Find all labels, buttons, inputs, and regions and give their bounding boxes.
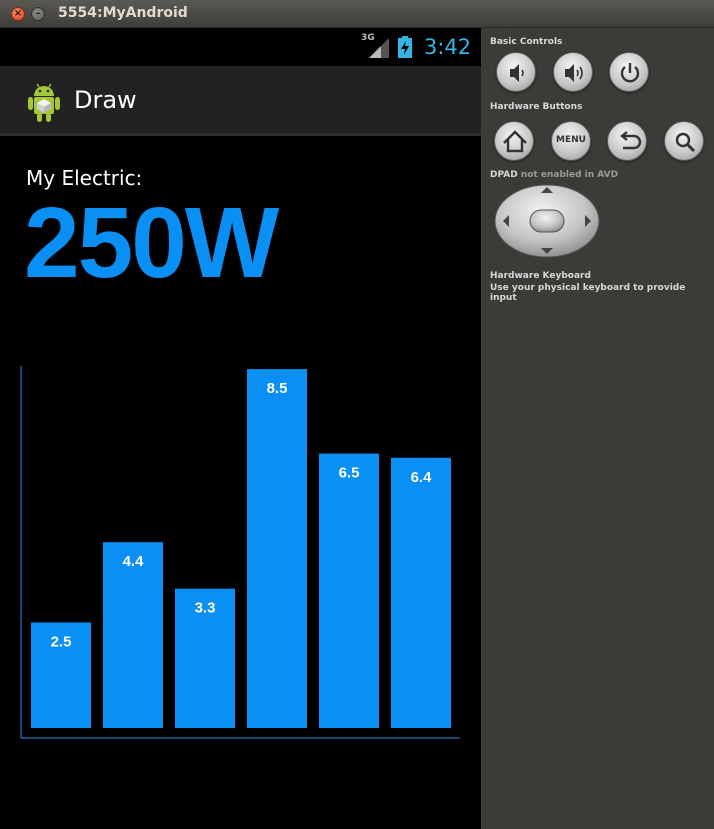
emulator-controls-panel: Basic Controls Hardware Buttons MENU DPA… — [481, 28, 714, 829]
android-app-icon[interactable] — [25, 79, 63, 123]
hardware-buttons-label: Hardware Buttons — [490, 102, 583, 112]
window-titlebar: × – 5554:MyAndroid — [0, 0, 714, 28]
search-icon — [675, 132, 696, 153]
chart-bar — [391, 457, 451, 728]
basic-controls-label: Basic Controls — [490, 37, 563, 47]
chart-bar-label: 8.5 — [267, 380, 288, 397]
menu-button[interactable]: MENU — [551, 121, 591, 161]
chart-bar-label: 2.5 — [51, 633, 72, 650]
dpad-note: not enabled in AVD — [520, 170, 619, 180]
volume-down-button[interactable] — [496, 52, 536, 92]
back-icon — [620, 131, 642, 150]
home-button[interactable] — [494, 121, 534, 161]
minimize-icon: – — [35, 8, 41, 19]
close-icon: × — [13, 8, 23, 19]
action-bar: Draw — [0, 66, 481, 136]
signal-icon — [369, 38, 389, 58]
volume-down-icon — [510, 64, 524, 82]
electric-value: 250W — [24, 187, 279, 299]
status-bar: 3G 3:42 — [0, 28, 481, 66]
window-minimize-button[interactable]: – — [31, 7, 45, 21]
window-title: 5554:MyAndroid — [58, 5, 188, 21]
power-icon — [620, 63, 640, 83]
chart-bar-label: 4.4 — [123, 553, 145, 570]
home-icon — [503, 130, 527, 153]
chart-bar-label: 3.3 — [195, 600, 216, 617]
hardware-keyboard-note: Use your physical keyboard to provide in… — [490, 283, 686, 303]
menu-button-label: MENU — [556, 135, 586, 145]
search-button[interactable] — [664, 121, 704, 161]
dpad-title: DPAD — [490, 170, 518, 180]
hardware-keyboard-label: Hardware Keyboard — [490, 271, 591, 281]
battery-charging-icon — [398, 36, 412, 58]
chart-bar-label: 6.5 — [339, 465, 360, 482]
volume-up-button[interactable] — [553, 52, 593, 92]
chart-bar — [247, 369, 307, 728]
app-title: Draw — [74, 86, 137, 114]
status-clock: 3:42 — [424, 35, 472, 59]
bar-chart: 2.5 4.4 3.3 8.5 6.5 6.4 — [20, 366, 460, 739]
chart-bar — [319, 453, 379, 728]
dpad-control[interactable] — [494, 184, 600, 258]
power-button[interactable] — [609, 52, 649, 92]
emulator-screen[interactable]: 3G 3:42 Draw My Electric: 250W 2.5 4.4 3… — [0, 28, 481, 829]
volume-up-icon — [565, 64, 583, 82]
chart-bar-label: 6.4 — [411, 469, 433, 486]
dpad-label: DPAD not enabled in AVD — [490, 170, 618, 180]
back-button[interactable] — [607, 121, 647, 161]
window-close-button[interactable]: × — [11, 7, 25, 21]
